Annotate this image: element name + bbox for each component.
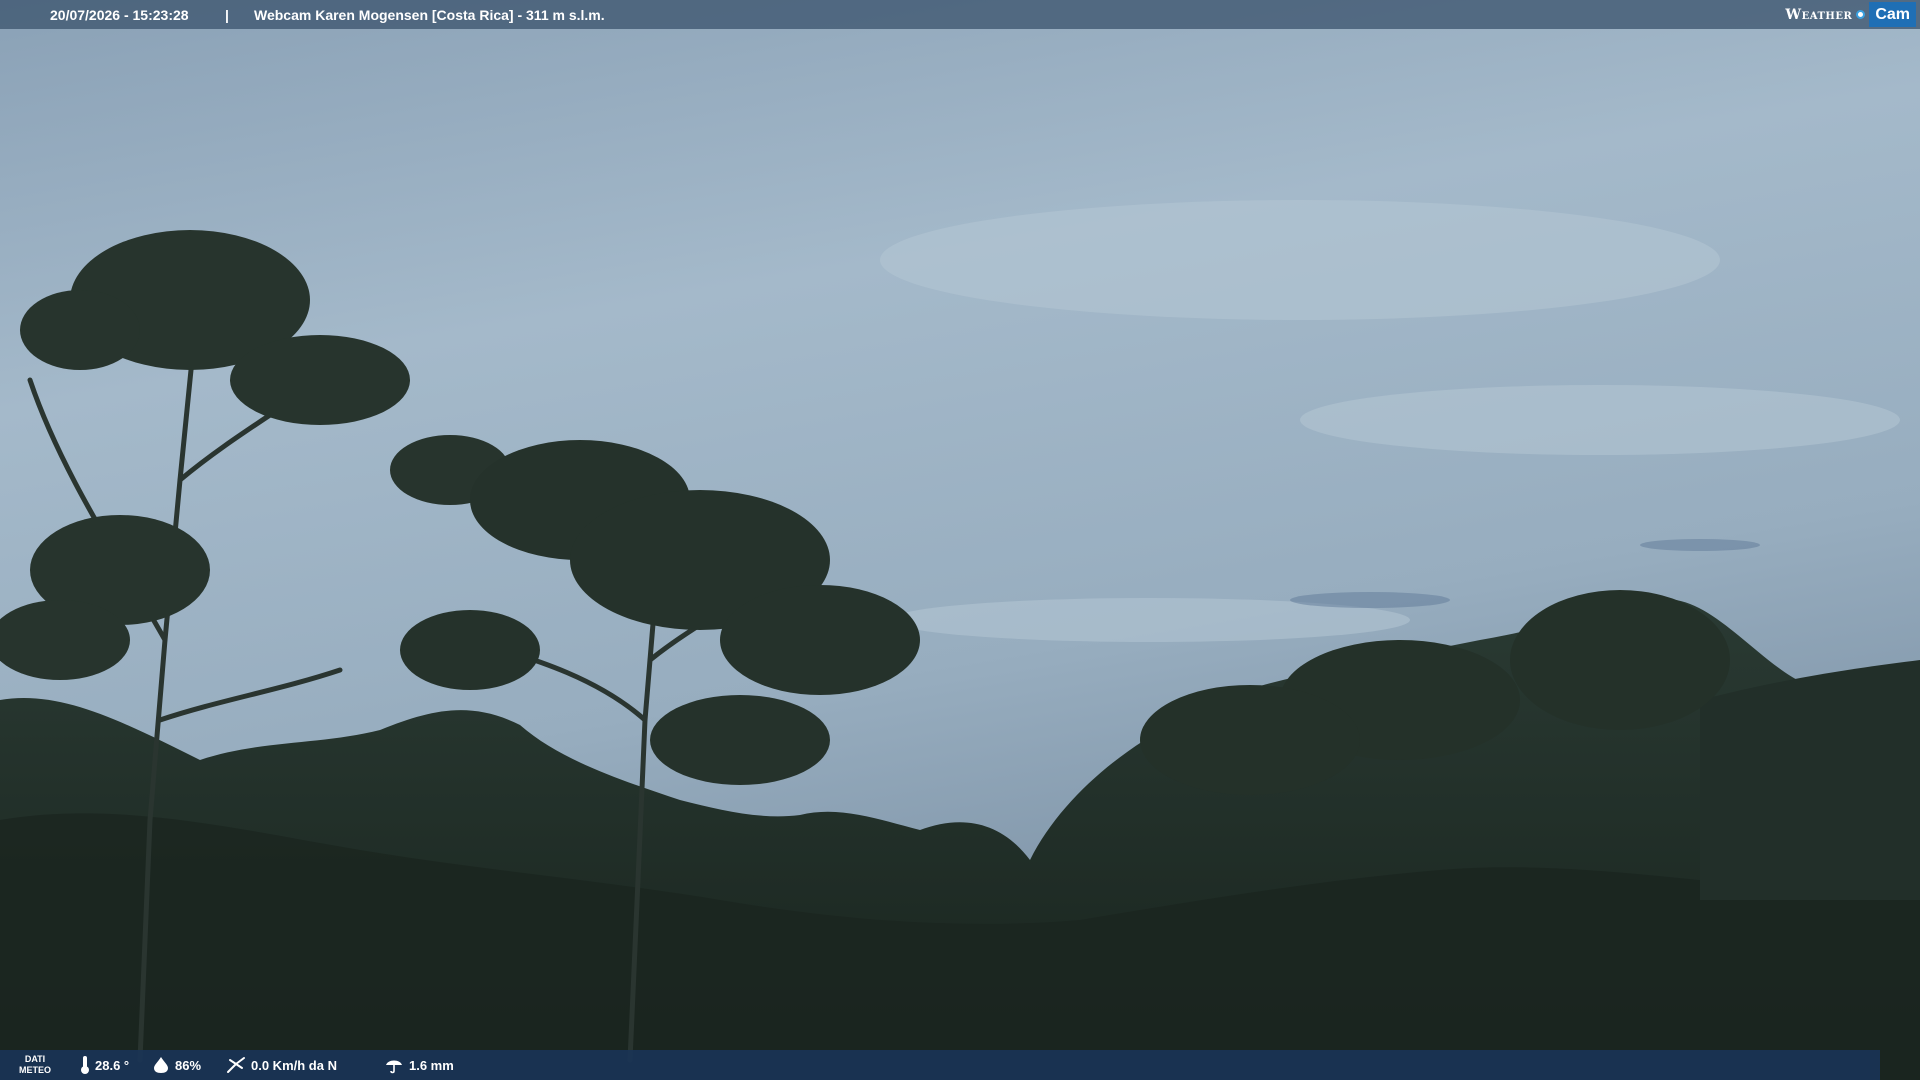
rain-icon: [386, 1060, 402, 1074]
header-bar: 20/07/2026 - 15:23:28 | Webcam Karen Mog…: [0, 0, 1920, 29]
webcam-title: Webcam Karen Mogensen [Costa Rica] - 311…: [254, 7, 605, 23]
humidity-value: 86%: [175, 1057, 202, 1073]
humidity-drop-icon: [154, 1057, 168, 1073]
temperature-readout: 28.6 °: [80, 1050, 129, 1080]
rain-value: 1.6 mm: [409, 1057, 454, 1073]
timestamp: 20/07/2026 - 15:23:28: [50, 7, 189, 23]
weather-data-bar: DATI METEO 28.6 ° 86% 0.0 Km/h da N 1.6 …: [0, 1050, 1880, 1080]
header-separator: |: [225, 7, 229, 23]
logo-weather-text: Weather: [1785, 6, 1853, 23]
wind-readout: 0.0 Km/h da N: [226, 1050, 337, 1080]
thermometer-icon: [81, 1056, 89, 1074]
logo-cam-text: Cam: [1869, 2, 1916, 27]
temperature-value: 28.6 °: [95, 1057, 130, 1073]
wind-value: 0.0 Km/h da N: [251, 1057, 337, 1073]
webcam-image: [0, 0, 1920, 1080]
weather-label-line2: METEO: [18, 1065, 51, 1075]
rain-readout: 1.6 mm: [384, 1050, 454, 1080]
weathercam-logo: Weather Cam: [1785, 0, 1920, 29]
weather-label-line1: DATI: [24, 1054, 46, 1064]
humidity-readout: 86%: [152, 1050, 201, 1080]
right-hillside: [1700, 660, 1920, 900]
weather-label: DATI METEO: [12, 1054, 58, 1076]
logo-dot-icon: [1856, 10, 1866, 19]
wind-icon: [227, 1057, 245, 1073]
